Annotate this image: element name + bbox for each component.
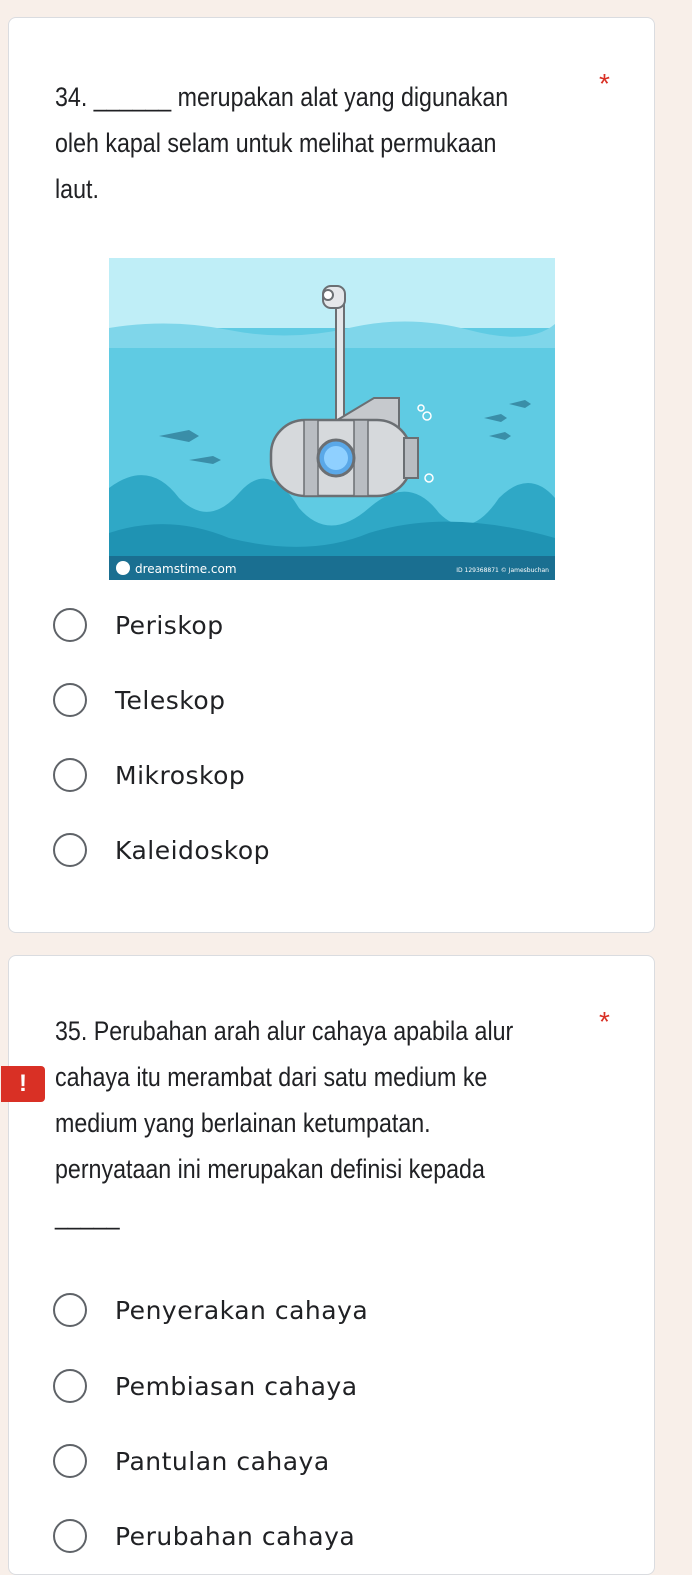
required-asterisk: * (599, 1006, 610, 1037)
option-mikroskop[interactable]: Mikroskop (53, 755, 245, 795)
option-periskop[interactable]: Periskop (53, 605, 224, 645)
question-text: 35. Perubahan arah alur cahaya apabila a… (55, 1008, 595, 1238)
option-label: Kaleidoskop (115, 835, 270, 865)
required-asterisk: * (599, 68, 610, 99)
warning-icon: ! (1, 1066, 45, 1102)
question-line: laut. (55, 174, 99, 204)
option-perubahan-cahaya[interactable]: Perubahan cahaya (53, 1516, 355, 1556)
option-label: Pantulan cahaya (115, 1446, 330, 1476)
question-line: 34. ______ merupakan alat yang digunakan (55, 82, 509, 112)
option-penyerakan-cahaya[interactable]: Penyerakan cahaya (53, 1290, 368, 1330)
radio-button[interactable] (53, 1519, 87, 1553)
radio-button[interactable] (53, 1444, 87, 1478)
question-line: medium yang berlainan ketumpatan. (55, 1108, 431, 1138)
radio-button[interactable] (53, 608, 87, 642)
option-pembiasan-cahaya[interactable]: Pembiasan cahaya (53, 1366, 358, 1406)
radio-button[interactable] (53, 1369, 87, 1403)
radio-button[interactable] (53, 683, 87, 717)
question-card-35: ! 35. Perubahan arah alur cahaya apabila… (1, 955, 655, 1575)
radio-button[interactable] (53, 833, 87, 867)
option-label: Pembiasan cahaya (115, 1371, 358, 1401)
option-label: Perubahan cahaya (115, 1521, 356, 1551)
option-pantulan-cahaya[interactable]: Pantulan cahaya (53, 1441, 330, 1481)
radio-button[interactable] (53, 758, 87, 792)
question-card-34: 34. ______ merupakan alat yang digunakan… (8, 17, 655, 933)
submarine-illustration: dreamstime.com ID 129368871 © Jamesbucha… (109, 258, 555, 580)
watermark-left: dreamstime.com (135, 562, 237, 576)
question-text: 34. ______ merupakan alat yang digunakan… (55, 74, 595, 212)
question-line: oleh kapal selam untuk melihat permukaan (55, 128, 497, 158)
option-label: Teleskop (115, 685, 226, 715)
question-line: cahaya itu merambat dari satu medium ke (55, 1062, 488, 1092)
option-label: Penyerakan cahaya (115, 1295, 369, 1325)
question-line: 35. Perubahan arah alur cahaya apabila a… (55, 1016, 514, 1046)
option-label: Periskop (115, 610, 224, 640)
question-line: pernyataan ini merupakan definisi kepada (55, 1154, 485, 1184)
option-label: Mikroskop (115, 760, 246, 790)
option-kaleidoskop[interactable]: Kaleidoskop (53, 830, 270, 870)
option-teleskop[interactable]: Teleskop (53, 680, 226, 720)
question-line: _____ (55, 1200, 120, 1230)
watermark-right: ID 129368871 © Jamesbuchan (456, 567, 549, 574)
radio-button[interactable] (53, 1293, 87, 1327)
